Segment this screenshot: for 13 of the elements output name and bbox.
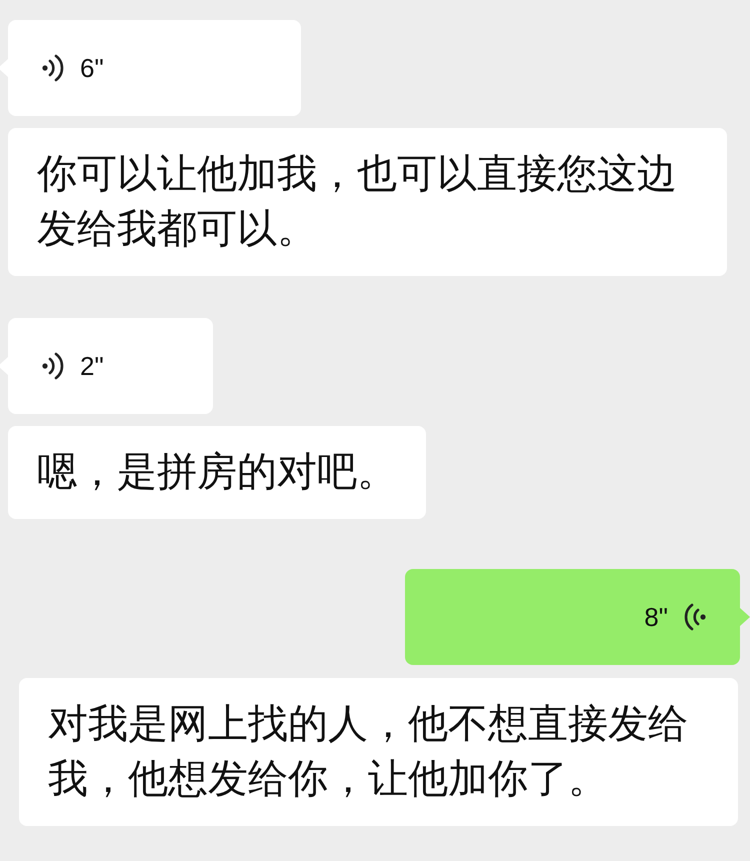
voice-wave-icon [40,53,66,83]
voice-duration: 2" [80,350,104,382]
transcribed-text-bubble: 你可以让他加我，也可以直接您这边发给我都可以。 [8,128,727,276]
voice-message-bubble[interactable]: 8" [405,569,740,665]
voice-wave-icon [682,602,708,632]
voice-message-bubble[interactable]: 6" [8,20,301,116]
voice-duration: 6" [80,52,104,84]
voice-wave-icon [40,351,66,381]
transcribed-text-bubble: 对我是网上找的人，他不想直接发给我，他想发给你，让他加你了。 [19,678,738,826]
voice-duration: 8" [644,600,668,634]
transcribed-text-bubble: 嗯，是拼房的对吧。 [8,426,426,519]
bubble-tail [740,608,750,626]
voice-message-bubble[interactable]: 2" [8,318,213,414]
